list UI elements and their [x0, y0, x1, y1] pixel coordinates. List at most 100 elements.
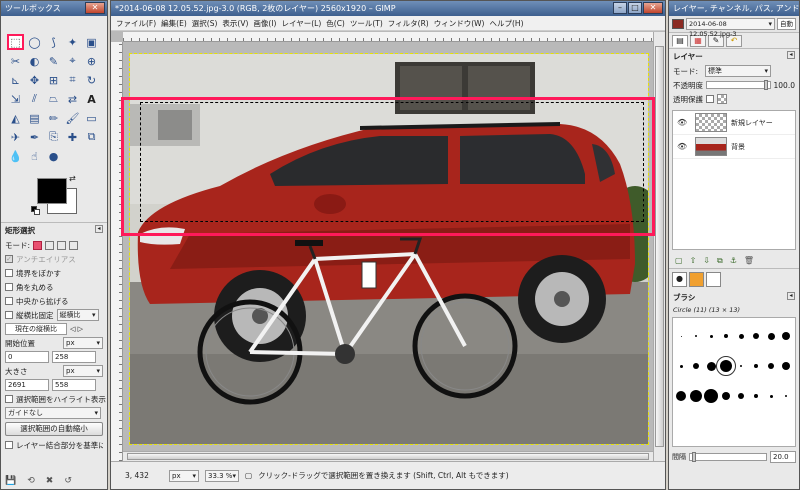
expand-center-checkbox[interactable] — [5, 297, 13, 305]
brush-preview[interactable] — [709, 334, 713, 338]
fuzzy-select-tool-icon[interactable]: ✦ — [64, 34, 81, 50]
position-x-input[interactable]: 0 — [5, 351, 49, 363]
antialias-row[interactable]: ✓ アンチエイリアス — [1, 252, 107, 266]
close-icon[interactable]: ✕ — [643, 2, 663, 14]
mode-add-icon[interactable] — [45, 240, 55, 250]
ink-tool-icon[interactable]: ✒ — [26, 129, 43, 145]
scrollbar-thumb[interactable] — [655, 46, 664, 447]
menu-item[interactable]: フィルタ(R) — [388, 16, 429, 30]
lower-layer-icon[interactable]: ⇩ — [703, 256, 710, 266]
layer-row[interactable]: 👁 背景 — [673, 135, 795, 159]
size-w-input[interactable]: 2691 — [5, 379, 49, 391]
auto-button[interactable]: 自動 — [777, 18, 796, 30]
brush-preview[interactable] — [690, 390, 702, 402]
brush-preview[interactable] — [722, 392, 730, 400]
menu-arrow-icon[interactable]: ◂ — [95, 225, 103, 233]
dodge-burn-tool-icon[interactable]: ● — [45, 148, 62, 164]
zoom-tool-icon[interactable]: ⊕ — [83, 53, 100, 69]
menu-arrow-icon[interactable]: ◂ — [787, 51, 795, 59]
anchor-layer-icon[interactable]: ⚓ — [730, 256, 737, 266]
text-tool-icon[interactable]: A — [83, 91, 100, 107]
menu-item[interactable]: レイヤー(L) — [281, 16, 321, 30]
position-unit-dropdown[interactable]: px — [63, 337, 103, 349]
blend-tool-icon[interactable]: ▤ — [26, 110, 43, 126]
duplicate-layer-icon[interactable]: ⧉ — [717, 256, 723, 266]
menu-arrow-icon[interactable]: ◂ — [787, 292, 795, 300]
fixed-checkbox[interactable] — [5, 311, 13, 319]
dock-titlebar[interactable]: レイヤー, チャンネル, パス, アンドゥ... — [669, 1, 799, 16]
blur-tool-icon[interactable]: 💧 — [7, 148, 24, 164]
eye-icon[interactable]: 👁 — [677, 142, 691, 151]
foreground-color-swatch[interactable] — [37, 178, 67, 204]
opacity-value[interactable]: 100.0 — [774, 81, 795, 90]
brush-preview[interactable] — [716, 356, 736, 376]
color-picker-tool-icon[interactable]: ⌖ — [64, 53, 81, 69]
menu-item[interactable]: ツール(T) — [350, 16, 383, 30]
menu-item[interactable]: 編集(E) — [161, 16, 187, 30]
brush-preview[interactable] — [706, 361, 716, 371]
reset-options-icon[interactable]: ↺ — [64, 476, 72, 486]
size-unit-dropdown[interactable]: px — [63, 365, 103, 377]
menu-item[interactable]: ウィンドウ(W) — [434, 16, 485, 30]
brush-preview[interactable] — [782, 362, 790, 370]
merged-checkbox[interactable] — [5, 441, 13, 449]
pencil-tool-icon[interactable]: ✏ — [45, 110, 62, 126]
position-y-input[interactable]: 258 — [52, 351, 96, 363]
measure-tool-icon[interactable]: ⊾ — [7, 72, 24, 88]
color-select-tool-icon[interactable]: ▣ — [83, 34, 100, 50]
pattern-tab-icon[interactable] — [689, 272, 704, 287]
scissors-tool-icon[interactable]: ✂ — [7, 53, 24, 69]
highlight-row[interactable]: 選択範囲をハイライト表示 — [1, 392, 107, 406]
eraser-tool-icon[interactable]: ▭ — [83, 110, 100, 126]
minimize-icon[interactable]: – — [613, 2, 627, 14]
brush-tab-icon[interactable]: ● — [672, 272, 687, 287]
autoshrink-button[interactable]: 選択範囲の自動縮小 — [5, 422, 103, 436]
brush-preview[interactable] — [768, 363, 774, 369]
highlight-checkbox[interactable] — [5, 395, 13, 403]
image-select-dropdown[interactable]: 2014-06-08 12.05.52.jpg-3 — [686, 18, 775, 38]
scale-tool-icon[interactable]: ⇲ — [7, 91, 24, 107]
brush-preview[interactable] — [740, 365, 742, 367]
layer-mode-dropdown[interactable]: 標準 — [705, 65, 772, 77]
mode-replace-icon[interactable] — [33, 240, 43, 250]
ellipse-select-tool-icon[interactable]: ◯ — [26, 34, 43, 50]
merged-row[interactable]: レイヤー結合部分を基準に縮小 — [1, 438, 107, 452]
antialias-checkbox[interactable]: ✓ — [5, 255, 13, 263]
eye-icon[interactable]: 👁 — [677, 118, 691, 127]
foreground-select-tool-icon[interactable]: ◐ — [26, 53, 43, 69]
brush-preview[interactable] — [680, 335, 682, 337]
menu-item[interactable]: ファイル(F) — [116, 16, 156, 30]
paintbrush-tool-icon[interactable]: 🖌 — [64, 110, 81, 126]
restore-options-icon[interactable]: ⟲ — [27, 476, 35, 486]
size-h-input[interactable]: 558 — [52, 379, 96, 391]
brush-grid[interactable] — [672, 317, 796, 447]
new-layer-icon[interactable]: ▢ — [675, 256, 683, 266]
flip-tool-icon[interactable]: ⇄ — [64, 91, 81, 107]
brush-preview[interactable] — [767, 332, 775, 340]
raise-layer-icon[interactable]: ⇧ — [690, 256, 697, 266]
unit-dropdown[interactable]: px — [169, 469, 199, 482]
brush-preview[interactable] — [679, 364, 683, 368]
brush-preview[interactable] — [738, 393, 744, 399]
mode-intersect-icon[interactable] — [69, 240, 79, 250]
perspective-tool-icon[interactable]: ⏢ — [45, 91, 62, 107]
fixed-dropdown[interactable]: 縦横比 — [56, 309, 99, 321]
feather-checkbox[interactable] — [5, 269, 13, 277]
smudge-tool-icon[interactable]: ☝ — [26, 148, 43, 164]
brush-preview[interactable] — [769, 394, 773, 398]
shear-tool-icon[interactable]: ⫽ — [26, 91, 43, 107]
layer-row[interactable]: 👁 新規レイヤー — [673, 111, 795, 135]
gradient-tab-icon[interactable] — [706, 272, 721, 287]
airbrush-tool-icon[interactable]: ✈ — [7, 129, 24, 145]
brush-preview[interactable] — [754, 364, 758, 368]
brush-preview[interactable] — [782, 332, 790, 340]
horizontal-ruler[interactable] — [123, 32, 653, 42]
perspective-clone-tool-icon[interactable]: ⧉ — [83, 129, 100, 145]
maximize-icon[interactable]: □ — [628, 2, 642, 14]
delete-layer-icon[interactable]: 🗑 — [744, 256, 754, 266]
rotate-tool-icon[interactable]: ↻ — [83, 72, 100, 88]
brush-preview[interactable] — [753, 333, 759, 339]
mode-subtract-icon[interactable] — [57, 240, 67, 250]
spacing-value[interactable]: 20.0 — [770, 451, 796, 463]
spacing-slider[interactable] — [689, 452, 767, 462]
